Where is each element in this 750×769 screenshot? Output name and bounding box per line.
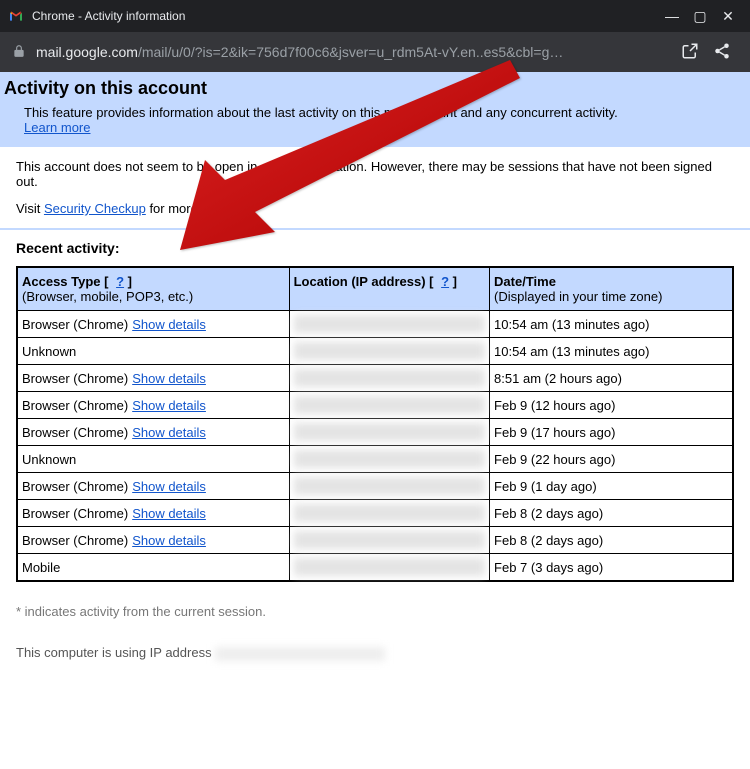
location-cell [289,473,489,500]
table-row: Unknown Feb 9 (22 hours ago) [17,446,733,473]
blurred-ip [294,477,485,495]
ip-blurred [215,647,385,661]
show-details-link[interactable]: Show details [132,479,206,494]
access-type-cell: Browser (Chrome)Show details [17,527,289,554]
access-type-cell: Unknown [17,338,289,365]
access-type-cell: Browser (Chrome)Show details [17,419,289,446]
page-header: Activity on this account This feature pr… [0,72,750,147]
location-cell [289,365,489,392]
blurred-ip [294,342,485,360]
table-row: Browser (Chrome)Show details Feb 9 (12 ho… [17,392,733,419]
blurred-ip [294,450,485,468]
table-row: Mobile Feb 7 (3 days ago) [17,554,733,582]
access-type-cell: Browser (Chrome)Show details [17,392,289,419]
datetime-cell: Feb 8 (2 days ago) [490,527,733,554]
location-cell [289,446,489,473]
table-row: Browser (Chrome)Show details 8:51 am (2 h… [17,365,733,392]
datetime-cell: Feb 9 (1 day ago) [490,473,733,500]
table-header-row: Access Type [ ? ] (Browser, mobile, POP3… [17,267,733,311]
table-row: Browser (Chrome)Show details 10:54 am (13… [17,311,733,338]
datetime-cell: Feb 7 (3 days ago) [490,554,733,582]
window-title: Chrome - Activity information [32,9,658,23]
blurred-ip [294,504,485,522]
show-details-link[interactable]: Show details [132,506,206,521]
show-details-link[interactable]: Show details [132,398,206,413]
content-area: This account does not seem to be open in… [0,147,750,673]
location-cell [289,419,489,446]
show-details-link[interactable]: Show details [132,371,206,386]
datetime-cell: Feb 9 (12 hours ago) [490,392,733,419]
blurred-ip [294,423,485,441]
access-type-cell: Browser (Chrome)Show details [17,473,289,500]
activity-table: Access Type [ ? ] (Browser, mobile, POP3… [16,266,734,582]
col-access-type: Access Type [ ? ] (Browser, mobile, POP3… [17,267,289,311]
table-row: Browser (Chrome)Show details Feb 8 (2 day… [17,500,733,527]
location-cell [289,500,489,527]
security-checkup-link[interactable]: Security Checkup [44,201,146,216]
minimize-button[interactable]: — [658,8,686,24]
ip-line: This computer is using IP address [16,645,734,661]
location-cell [289,311,489,338]
table-row: Browser (Chrome)Show details Feb 9 (17 ho… [17,419,733,446]
blurred-ip [294,531,485,549]
blurred-ip [294,315,485,333]
url-text[interactable]: mail.google.com/mail/u/0/?is=2&ik=756d7f… [36,44,674,60]
access-type-cell: Browser (Chrome)Show details [17,365,289,392]
visit-line: Visit Security Checkup for more details [16,201,734,216]
location-cell [289,392,489,419]
col-datetime: Date/Time (Displayed in your time zone) [490,267,733,311]
show-details-link[interactable]: Show details [132,533,206,548]
table-row: Browser (Chrome)Show details Feb 8 (2 day… [17,527,733,554]
share-icon[interactable] [706,42,738,63]
lock-icon [12,44,26,61]
access-type-cell: Mobile [17,554,289,582]
show-details-link[interactable]: Show details [132,317,206,332]
show-details-link[interactable]: Show details [132,425,206,440]
col-location: Location (IP address) [ ? ] [289,267,489,311]
learn-more-link[interactable]: Learn more [24,120,90,135]
datetime-cell: 10:54 am (13 minutes ago) [490,338,733,365]
window-titlebar: Chrome - Activity information — ▢ ✕ [0,0,750,32]
access-type-cell: Browser (Chrome)Show details [17,311,289,338]
datetime-cell: 8:51 am (2 hours ago) [490,365,733,392]
location-cell [289,554,489,582]
blurred-ip [294,558,485,576]
location-help-link[interactable]: ? [441,274,449,289]
blurred-ip [294,369,485,387]
location-cell [289,527,489,554]
session-note: This account does not seem to be open in… [16,159,734,189]
gmail-icon [8,8,24,24]
datetime-cell: Feb 9 (17 hours ago) [490,419,733,446]
datetime-cell: 10:54 am (13 minutes ago) [490,311,733,338]
blurred-ip [294,396,485,414]
page-desc: This feature provides information about … [4,105,746,135]
maximize-button[interactable]: ▢ [686,8,714,25]
page-title: Activity on this account [4,78,746,99]
access-type-cell: Unknown [17,446,289,473]
open-external-icon[interactable] [674,42,706,63]
address-bar: mail.google.com/mail/u/0/?is=2&ik=756d7f… [0,32,750,72]
datetime-cell: Feb 9 (22 hours ago) [490,446,733,473]
close-button[interactable]: ✕ [714,8,742,25]
location-cell [289,338,489,365]
access-type-cell: Browser (Chrome)Show details [17,500,289,527]
recent-activity-title: Recent activity: [16,240,734,256]
table-row: Browser (Chrome)Show details Feb 9 (1 day… [17,473,733,500]
separator [0,228,750,230]
table-row: Unknown 10:54 am (13 minutes ago) [17,338,733,365]
access-type-help-link[interactable]: ? [116,274,124,289]
current-session-footnote: * indicates activity from the current se… [16,604,734,619]
datetime-cell: Feb 8 (2 days ago) [490,500,733,527]
